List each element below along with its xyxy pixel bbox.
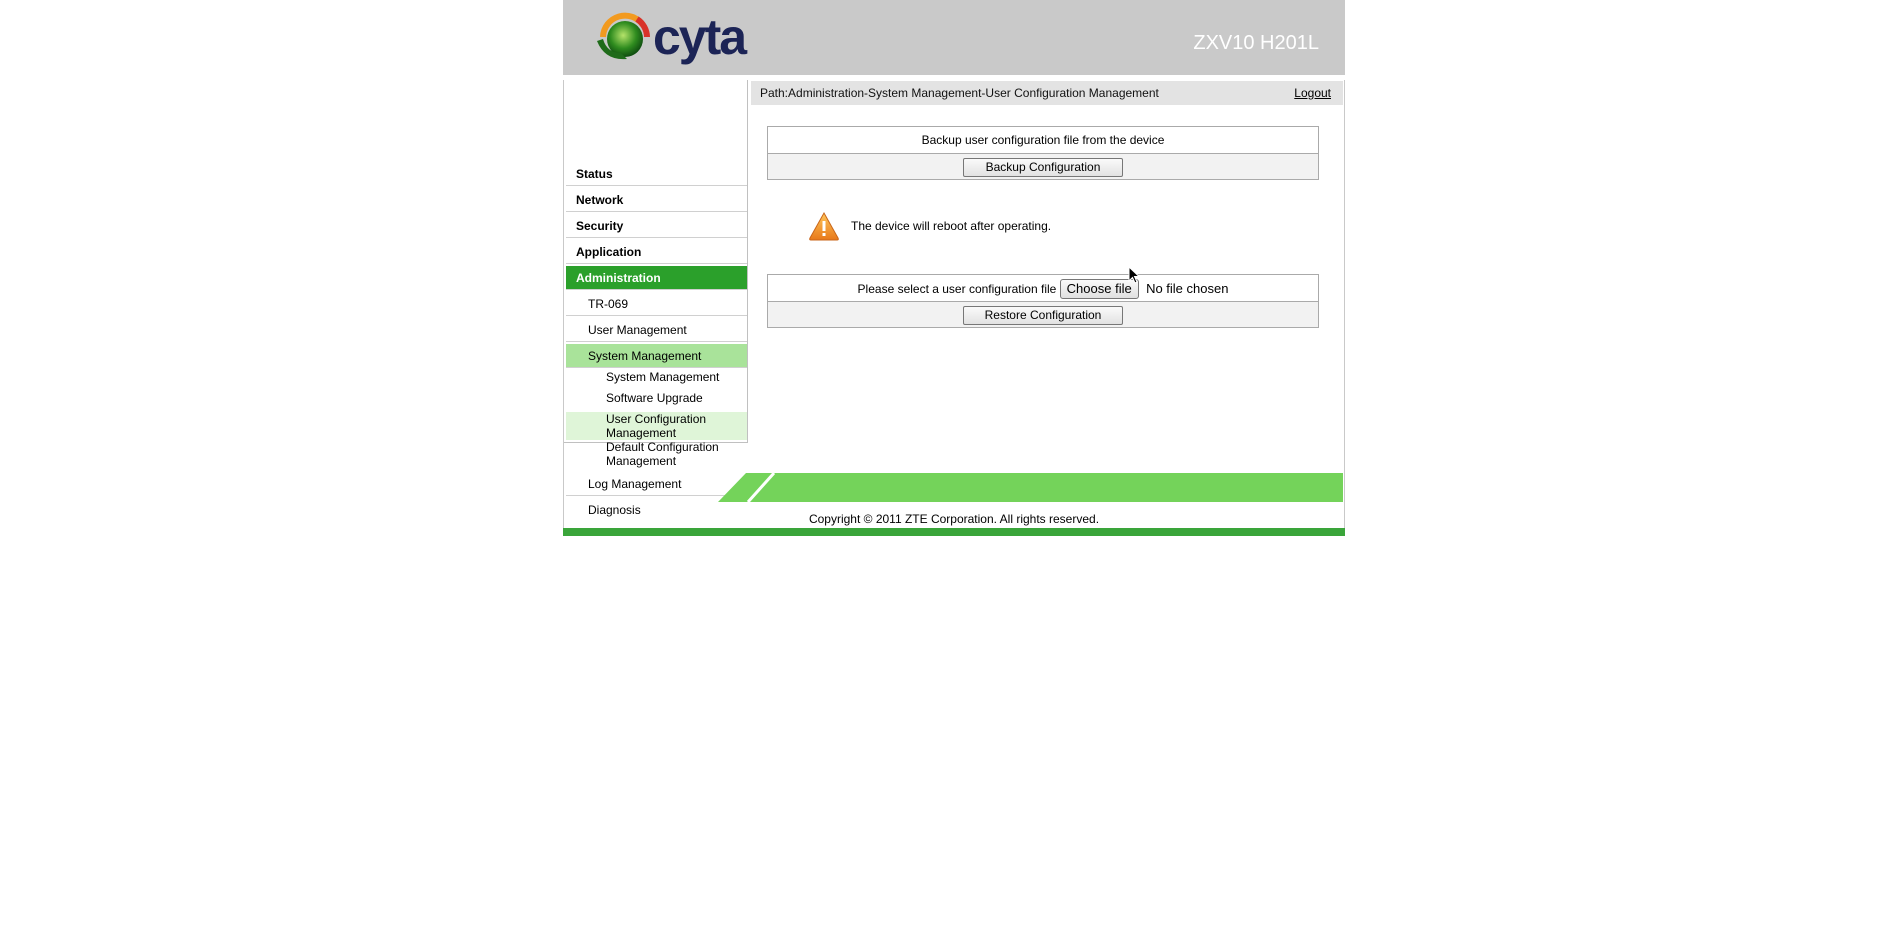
device-model: ZXV10 H201L <box>1193 32 1319 54</box>
restore-configuration-button[interactable]: Restore Configuration <box>963 306 1123 326</box>
globe-logo-icon <box>597 12 650 60</box>
sidebar-item-system-management[interactable]: System Management <box>566 344 747 368</box>
backup-configuration-button[interactable]: Backup Configuration <box>963 158 1123 178</box>
sidebar-item-tr069[interactable]: TR-069 <box>566 292 747 316</box>
warning-icon <box>809 211 839 241</box>
sidebar-subitem-user-configuration-management[interactable]: User Configuration Management <box>566 412 747 440</box>
sidebar-item-application[interactable]: Application <box>566 240 747 264</box>
sidebar-item-administration[interactable]: Administration <box>566 266 747 290</box>
backup-button-row: Backup Configuration <box>768 153 1318 179</box>
footer-line <box>563 528 1345 536</box>
sidebar-item-network[interactable]: Network <box>566 188 747 212</box>
brand-wordmark: cyta <box>653 9 747 65</box>
sidebar-item-security[interactable]: Security <box>566 214 747 238</box>
file-select-row: Please select a user configuration file … <box>768 275 1318 301</box>
sidebar-item-user-management[interactable]: User Management <box>566 318 747 342</box>
backup-title: Backup user configuration file from the … <box>921 133 1165 147</box>
file-select-label: Please select a user configuration file <box>857 281 1057 296</box>
sidebar-subitem-default-configuration-management[interactable]: Default Configuration Management <box>566 440 747 468</box>
mouse-cursor-icon <box>1128 266 1140 284</box>
header: cyta ZXV10 H201L <box>563 0 1345 75</box>
sidebar-item-status[interactable]: Status <box>566 162 747 186</box>
backup-panel: Backup user configuration file from the … <box>767 126 1319 180</box>
choose-file-button[interactable]: Choose file <box>1059 278 1139 299</box>
sidebar: Status Network Security Application Admi… <box>564 80 748 517</box>
restore-button-row: Restore Configuration <box>768 301 1318 327</box>
path-bar: Path:Administration-System Management-Us… <box>751 81 1343 105</box>
footer-decoration <box>718 473 1343 502</box>
logout-link[interactable]: Logout <box>1294 86 1331 100</box>
file-status-text: No file chosen <box>1146 280 1229 296</box>
sidebar-subitem-software-upgrade[interactable]: Software Upgrade <box>566 391 747 409</box>
restore-panel: Please select a user configuration file … <box>767 274 1319 328</box>
router-frame: cyta ZXV10 H201L Status Network Security… <box>563 0 1345 537</box>
cyta-logo: cyta <box>591 7 761 67</box>
breadcrumb: Path:Administration-System Management-Us… <box>760 86 1159 100</box>
copyright-text: Copyright © 2011 ZTE Corporation. All ri… <box>808 512 1100 526</box>
reboot-warning-text: The device will reboot after operating. <box>851 219 1052 233</box>
sidebar-subitem-system-management[interactable]: System Management <box>566 370 747 388</box>
